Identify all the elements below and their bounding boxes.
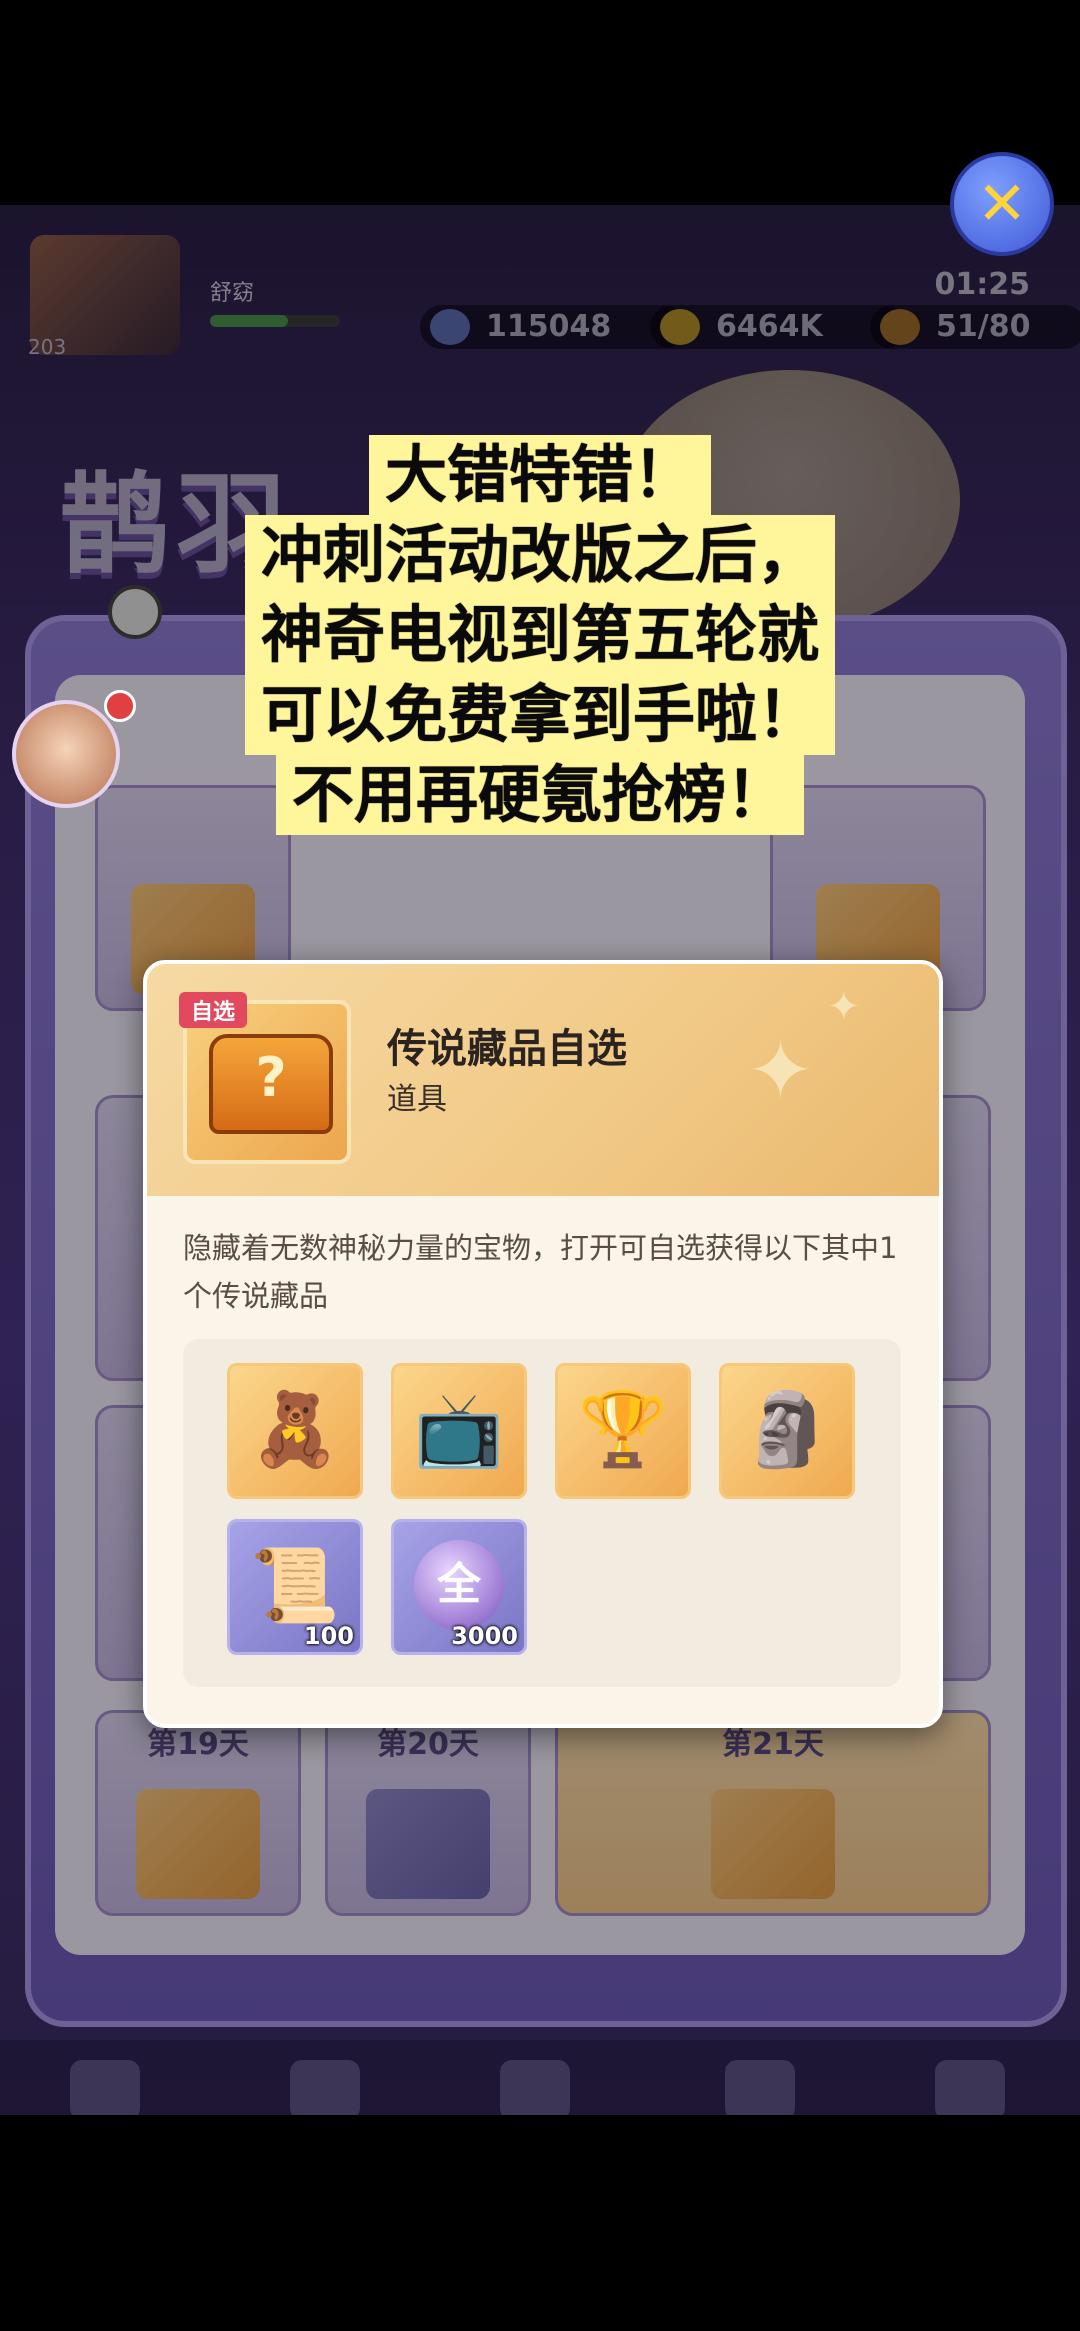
chest-icon	[209, 1034, 333, 1134]
bear-toy-icon: 🧸	[250, 1387, 340, 1471]
caption-line: 大错特错！	[368, 435, 711, 515]
nav-heroes[interactable]: 英雄	[255, 2060, 395, 2115]
scroll-icon: 📜	[250, 1543, 340, 1627]
reward-orb[interactable]: 全 3000	[391, 1519, 527, 1655]
video-caption: 大错特错！ 冲刺活动改版之后， 神奇电视到第五轮就 可以免费拿到手啦！ 不用再硬…	[0, 435, 1080, 835]
caption-line: 不用再硬氪抢榜！	[275, 755, 804, 835]
selectable-tag: 自选	[179, 992, 248, 1028]
caption-line: 可以免费拿到手啦！	[244, 675, 835, 755]
sparkle-icon: ✦	[827, 984, 861, 1030]
nav-king[interactable]: 国王	[465, 2060, 605, 2115]
reward-bear-toy[interactable]: 🧸	[227, 1363, 363, 1499]
sparkle-icon: ✦	[747, 1024, 815, 1117]
item-title: 传说藏品自选	[387, 1026, 627, 1072]
item-info-popup[interactable]: ✦ ✦ 自选 传说藏品自选 道具 隐藏着无数神秘力量的宝物，打开可自选获得以下其…	[143, 960, 943, 1728]
close-icon: ✕	[976, 169, 1028, 239]
caption-line: 神奇电视到第五轮就	[244, 595, 835, 675]
caption-line: 冲刺活动改版之后，	[244, 515, 835, 595]
item-type: 道具	[387, 1082, 447, 1117]
close-button[interactable]: ✕	[950, 152, 1054, 256]
reward-stone-statue[interactable]: 🗿	[719, 1363, 855, 1499]
crown-icon	[500, 2060, 570, 2115]
magic-tv-icon: 📺	[414, 1387, 504, 1471]
guild-icon	[935, 2060, 1005, 2115]
nav-shop[interactable]: 商城	[35, 2060, 175, 2115]
reward-magic-tv[interactable]: 📺	[391, 1363, 527, 1499]
reward-quantity: 3000	[451, 1622, 518, 1650]
nav-territory[interactable]: 领地	[690, 2060, 830, 2115]
stone-statue-icon: 🗿	[742, 1387, 832, 1471]
shop-icon	[70, 2060, 140, 2115]
hero-icon	[290, 2060, 360, 2115]
orb-icon: 全	[414, 1540, 504, 1630]
trophy-icon: 🏆	[578, 1387, 668, 1471]
item-description: 隐藏着无数神秘力量的宝物，打开可自选获得以下其中1个传说藏品	[183, 1231, 898, 1313]
castle-icon	[725, 2060, 795, 2115]
nav-guild[interactable]: 公会	[900, 2060, 1040, 2115]
reward-quantity: 100	[303, 1622, 354, 1650]
reward-trophy[interactable]: 🏆	[555, 1363, 691, 1499]
reward-scroll[interactable]: 📜 100	[227, 1519, 363, 1655]
reward-options: 🧸 📺 🏆 🗿 📜 100 全 3000	[183, 1339, 901, 1687]
